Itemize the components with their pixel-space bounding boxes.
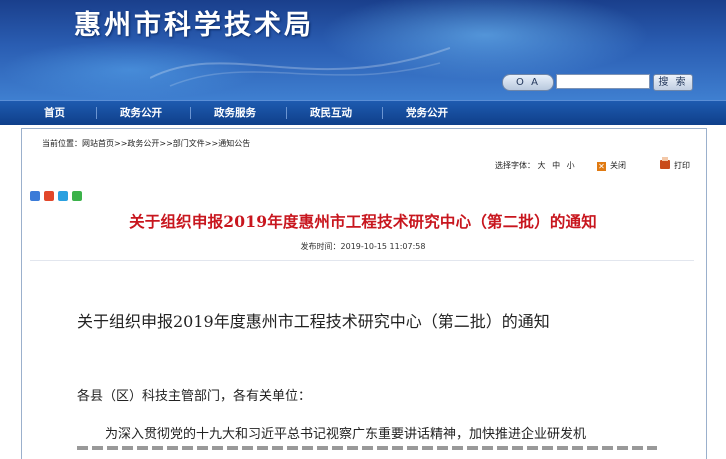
share-bar [30,186,86,205]
publish-label: 发布时间： [300,242,341,251]
body-paragraph: 为深入贯彻党的十九大和习近平总书记视察广东重要讲话精神，加快推进企业研发机 [105,427,587,442]
share-qzone-icon[interactable] [30,191,40,201]
nav-item-party-affairs[interactable]: 党务公开 [406,101,448,125]
article-title: 关于组织申报2019年度惠州市工程技术研究中心（第二批）的通知 [129,212,597,231]
search-input[interactable] [556,74,650,89]
share-wechat-icon[interactable] [72,191,82,201]
font-size-large[interactable]: 大 [538,161,546,170]
font-size-medium[interactable]: 中 [552,161,560,170]
print-label: 打印 [674,161,690,170]
search-button[interactable]: 搜 索 [653,74,693,91]
share-weibo-icon[interactable] [44,191,54,201]
nav-item-interaction[interactable]: 政民互动 [310,101,352,125]
oa-button[interactable]: O A [502,74,554,91]
publish-date: 发布时间：2019-10-15 11:07:58 [0,241,726,252]
nav-divider [382,107,383,119]
font-size-selector: 选择字体： 大 中 小 [495,160,575,171]
breadcrumb: 当前位置：网站首页>>政务公开>>部门文件>>通知公告 [42,139,251,148]
body-title: 关于组织申报2019年度惠州市工程技术研究中心（第二批）的通知 [77,312,550,331]
nav-item-home[interactable]: 首页 [44,101,65,125]
site-banner: 惠州市科学技术局 O A 搜 索 [0,0,726,100]
main-nav: 首页 政务公开 政务服务 政民互动 党务公开 [0,100,726,125]
close-icon: ✕ [597,162,606,171]
title-divider [30,260,694,261]
share-qq-icon[interactable] [58,191,68,201]
font-size-label: 选择字体： [495,161,535,170]
print-icon [660,157,670,169]
salutation: 各县（区）科技主管部门，各有关单位： [77,389,312,404]
content-frame [21,128,707,459]
publish-time: 2019-10-15 11:07:58 [340,242,426,251]
close-label: 关闭 [610,161,626,170]
nav-item-gov-affairs[interactable]: 政务公开 [120,101,162,125]
nav-divider [96,107,97,119]
nav-divider [286,107,287,119]
nav-item-gov-services[interactable]: 政务服务 [214,101,256,125]
cut-off-text-line [77,446,657,450]
nav-divider [190,107,191,119]
close-link[interactable]: ✕ 关闭 [597,160,626,171]
site-title: 惠州市科学技术局 [74,10,314,41]
print-link[interactable]: 打印 [660,157,690,171]
font-size-small[interactable]: 小 [567,161,575,170]
